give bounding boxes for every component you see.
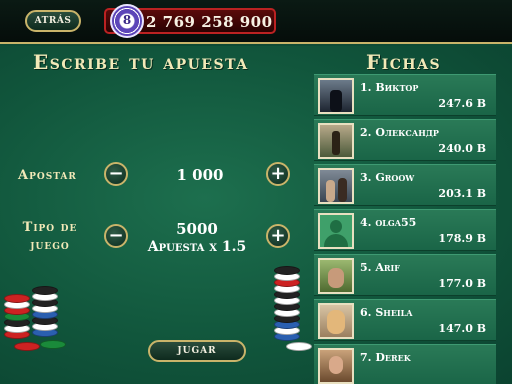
- leaderboard-row[interactable]: 2. Олександр 240.0 B: [314, 119, 496, 161]
- player-chips: 178.9 B: [438, 232, 486, 245]
- game-type-increase-button[interactable]: +: [266, 224, 290, 248]
- player-name: 7. Derek: [360, 351, 411, 364]
- player-chips: 147.0 B: [438, 322, 486, 335]
- player-avatar: [318, 168, 354, 204]
- leaderboard-title: Fichas: [366, 50, 442, 74]
- balance-amount: 2 769 258 900: [146, 13, 273, 31]
- player-name: 2. Олександр: [360, 126, 439, 139]
- leaderboard-row[interactable]: 5. Arif 177.0 B: [314, 254, 496, 296]
- chip-number: 8: [122, 13, 132, 27]
- leaderboard-row[interactable]: 7. Derek: [314, 344, 496, 384]
- game-type-label-line1: Tipo de: [22, 220, 78, 235]
- player-chips: 203.1 B: [438, 187, 486, 200]
- default-avatar-icon: [318, 213, 354, 249]
- leaderboard-row[interactable]: 4. olga55 178.9 B: [314, 209, 496, 251]
- player-avatar: [318, 258, 354, 294]
- bet-increase-button[interactable]: +: [266, 162, 290, 186]
- game-type-description: Apuesta x 1.5: [147, 239, 247, 255]
- player-name: 6. Sheila: [360, 306, 413, 319]
- player-avatar: [318, 348, 354, 384]
- bet-title: Escribe tu apuesta: [33, 50, 249, 74]
- game-type-value: 5000: [176, 220, 218, 238]
- chip-stack-left: [0, 280, 70, 351]
- player-name: 5. Arif: [360, 261, 400, 274]
- bet-decrease-button[interactable]: −: [104, 162, 128, 186]
- player-name: 4. olga55: [360, 216, 417, 229]
- player-name: 3. Groow: [360, 171, 415, 184]
- chip-icon: 8: [110, 4, 144, 38]
- bet-value: 1 000: [176, 166, 224, 184]
- play-button[interactable]: JUGAR: [148, 340, 246, 362]
- game-type-decrease-button[interactable]: −: [104, 224, 128, 248]
- leaderboard-panel[interactable]: 1. Виктор 247.6 B 2. Олександр 240.0 B 3…: [314, 74, 496, 384]
- game-type-label-line2: juego: [30, 238, 70, 253]
- player-avatar: [318, 123, 354, 159]
- leaderboard-row[interactable]: 6. Sheila 147.0 B: [314, 299, 496, 341]
- player-avatar: [318, 303, 354, 339]
- player-chips: 177.0 B: [438, 277, 486, 290]
- player-avatar: [318, 78, 354, 114]
- leaderboard-row[interactable]: 1. Виктор 247.6 B: [314, 74, 496, 116]
- player-chips: 247.6 B: [438, 97, 486, 110]
- player-chips: 240.0 B: [438, 142, 486, 155]
- back-button[interactable]: ATRÁS: [25, 10, 81, 32]
- player-name: 1. Виктор: [360, 81, 419, 94]
- leaderboard-row[interactable]: 3. Groow 203.1 B: [314, 164, 496, 206]
- chip-stack-right: [272, 262, 314, 362]
- bet-label: Apostar: [18, 168, 77, 183]
